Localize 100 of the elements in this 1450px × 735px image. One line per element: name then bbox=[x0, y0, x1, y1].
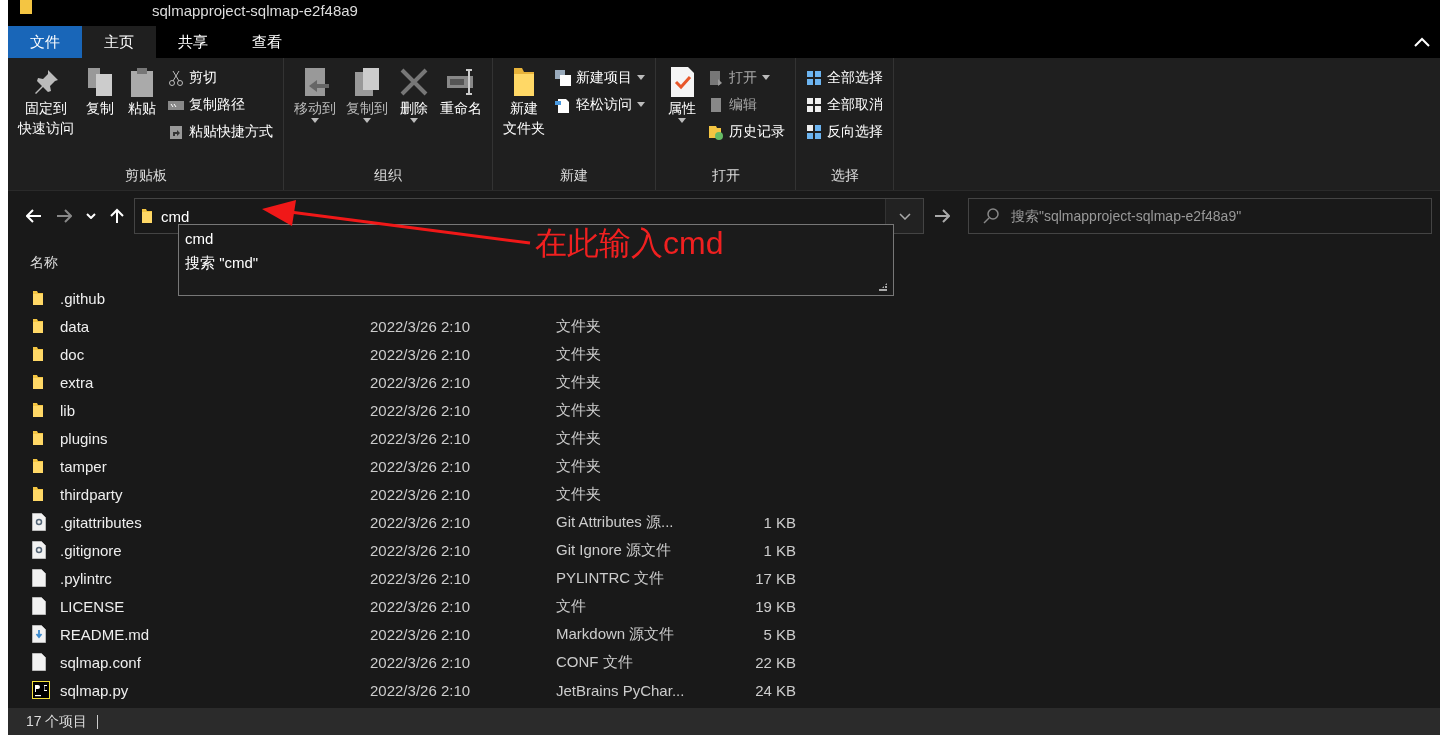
address-field[interactable]: cmd bbox=[161, 205, 877, 227]
open-icon bbox=[708, 69, 724, 86]
type-cell-text: CONF 文件 bbox=[556, 652, 634, 672]
file-name[interactable]: thirdparty bbox=[60, 485, 370, 503]
size-cell-text: 1 KB bbox=[762, 513, 796, 531]
caret-icon bbox=[637, 75, 645, 80]
file-name[interactable]: lib bbox=[60, 401, 370, 419]
file-icon bbox=[32, 597, 46, 615]
type-cell-text: JetBrains PyChar... bbox=[556, 681, 686, 699]
type-cell-text: Markdown 源文件 bbox=[556, 624, 676, 644]
resize-grip-icon bbox=[879, 281, 889, 291]
ribbon-button[interactable]: 全部取消 bbox=[802, 91, 887, 118]
ribbon-button[interactable]: 复制 bbox=[80, 64, 120, 120]
type-cell-text: 文件夹 bbox=[556, 316, 602, 336]
ribbon-button[interactable]: 新建 文件夹 bbox=[499, 64, 549, 140]
file-name[interactable]: tamper bbox=[60, 457, 370, 475]
ribbon-button[interactable]: 属性 bbox=[662, 64, 702, 125]
easy-access-icon bbox=[555, 96, 571, 113]
date-cell-text: 2022/3/26 2:10 bbox=[370, 569, 472, 587]
file-name[interactable]: data bbox=[60, 317, 370, 335]
folder-icon bbox=[32, 402, 44, 418]
search-icon bbox=[983, 208, 999, 224]
select-all-icon bbox=[806, 69, 822, 86]
type-cell-text: 文件夹 bbox=[556, 344, 602, 364]
date-cell-text: 2022/3/26 2:10 bbox=[370, 513, 472, 531]
file-name[interactable]: doc bbox=[60, 345, 370, 363]
size-cell-text: 5 KB bbox=[762, 625, 796, 643]
file-icon bbox=[32, 569, 46, 587]
file-name[interactable]: sqlmap.conf bbox=[60, 653, 370, 671]
search-bar[interactable]: 搜索"sqlmapproject-sqlmap-e2f48a9" bbox=[968, 198, 1432, 234]
group-label: 组织 bbox=[373, 166, 403, 185]
pycharm-file-icon bbox=[32, 681, 50, 699]
file-name[interactable]: sqlmap.py bbox=[60, 681, 370, 699]
suggestion-item[interactable]: 搜索 "cmd" bbox=[185, 251, 259, 275]
settings-file-icon bbox=[32, 513, 46, 531]
folder-icon bbox=[32, 458, 44, 474]
type-cell-text: 文件夹 bbox=[556, 428, 602, 448]
folder-icon bbox=[32, 430, 44, 446]
download-file-icon bbox=[32, 625, 46, 643]
folder-icon bbox=[32, 346, 44, 362]
dropdown-icon[interactable] bbox=[885, 199, 923, 233]
ribbon-button[interactable]: 删除 bbox=[394, 64, 434, 125]
folder-icon bbox=[32, 318, 44, 334]
date-cell-text: 2022/3/26 2:10 bbox=[370, 373, 472, 391]
delete-icon bbox=[398, 66, 430, 98]
file-name[interactable]: .gitignore bbox=[60, 541, 370, 559]
file-name[interactable]: README.md bbox=[60, 625, 370, 643]
folder-icon bbox=[32, 486, 44, 502]
column-header[interactable]: 名称 bbox=[30, 253, 58, 272]
caret-icon bbox=[410, 118, 418, 123]
group-label: 剪贴板 bbox=[123, 166, 168, 185]
ribbon-button[interactable]: 轻松访问 bbox=[551, 91, 649, 118]
ribbon-button[interactable]: 反向选择 bbox=[802, 118, 887, 145]
select-none-icon bbox=[806, 96, 822, 113]
file-icon bbox=[32, 653, 46, 671]
date-cell-text: 2022/3/26 2:10 bbox=[370, 345, 472, 363]
shortcut-icon bbox=[168, 123, 184, 140]
caret-icon bbox=[678, 118, 686, 123]
file-name[interactable]: .pylintrc bbox=[60, 569, 370, 587]
ribbon-button[interactable]: 粘贴 bbox=[122, 64, 162, 120]
file-name[interactable]: LICENSE bbox=[60, 597, 370, 615]
ribbon-button[interactable]: 新建项目 bbox=[551, 64, 649, 91]
ribbon-tab[interactable]: 主页 bbox=[82, 26, 156, 58]
ribbon-button[interactable]: 复制路径 bbox=[164, 91, 277, 118]
folder-icon bbox=[32, 290, 44, 306]
date-cell-text: 2022/3/26 2:10 bbox=[370, 401, 472, 419]
ribbon-button[interactable]: 固定到 快速访问 bbox=[14, 64, 78, 140]
size-cell-text: 17 KB bbox=[754, 569, 796, 587]
date-cell-text: 2022/3/26 2:10 bbox=[370, 681, 472, 699]
edit-icon bbox=[708, 96, 724, 113]
size-cell-text: 1 KB bbox=[762, 541, 796, 559]
date-cell-text: 2022/3/26 2:10 bbox=[370, 317, 472, 335]
ribbon-button[interactable]: 粘贴快捷方式 bbox=[164, 118, 277, 145]
file-name[interactable]: .gitattributes bbox=[60, 513, 370, 531]
folder-icon bbox=[32, 374, 44, 390]
date-cell-text: 2022/3/26 2:10 bbox=[370, 429, 472, 447]
caret-icon bbox=[363, 118, 371, 123]
date-cell-text: 2022/3/26 2:10 bbox=[370, 653, 472, 671]
type-cell-text: 文件夹 bbox=[556, 456, 602, 476]
item-count: 17 个项目 bbox=[26, 712, 88, 731]
caret-icon bbox=[762, 75, 770, 80]
date-cell-text: 2022/3/26 2:10 bbox=[370, 625, 472, 643]
ribbon-tab[interactable]: 文件 bbox=[8, 26, 82, 58]
size-cell-text: 24 KB bbox=[754, 681, 796, 699]
search-field[interactable]: 搜索"sqlmapproject-sqlmap-e2f48a9" bbox=[1009, 207, 1431, 225]
folder-icon bbox=[20, 0, 32, 14]
ribbon-tab[interactable]: 共享 bbox=[156, 26, 230, 58]
ribbon-button[interactable]: 剪切 bbox=[164, 64, 277, 91]
ribbon-button[interactable]: 全部选择 bbox=[802, 64, 887, 91]
ribbon-button[interactable]: 重命名 bbox=[436, 64, 486, 120]
type-cell-text: 文件夹 bbox=[556, 400, 602, 420]
file-name[interactable]: extra bbox=[60, 373, 370, 391]
ribbon-button[interactable]: 历史记录 bbox=[704, 118, 789, 145]
new-item-icon bbox=[555, 69, 571, 86]
scissors-icon bbox=[168, 69, 184, 86]
window-title: sqlmapproject-sqlmap-e2f48a9 bbox=[152, 2, 358, 20]
file-name[interactable]: plugins bbox=[60, 429, 370, 447]
settings-file-icon bbox=[32, 541, 46, 559]
type-cell-text: Git Ignore 源文件 bbox=[556, 540, 673, 560]
ribbon-tab[interactable]: 查看 bbox=[230, 26, 304, 58]
